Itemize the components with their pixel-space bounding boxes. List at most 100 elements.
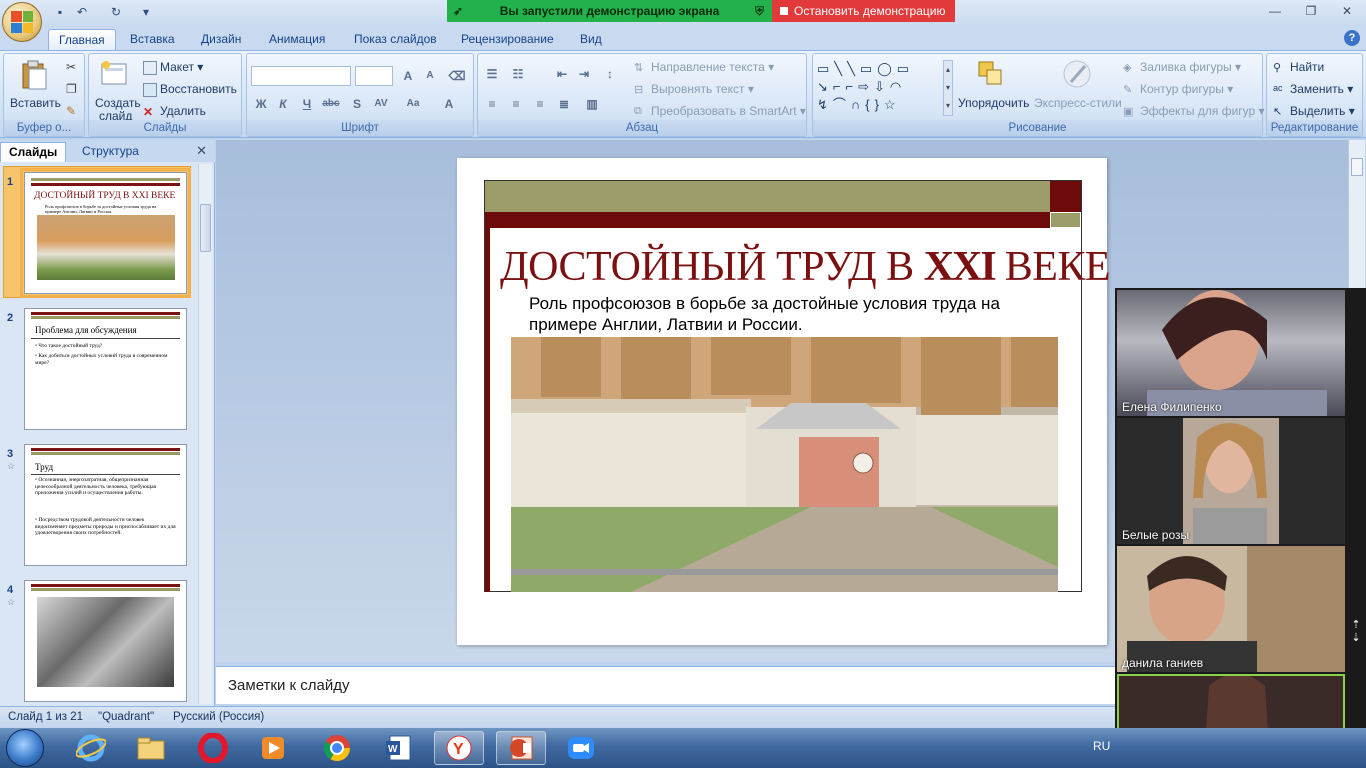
yandex-browser-icon[interactable]: Y [434, 731, 484, 765]
paste-button[interactable]: Вставить [10, 96, 61, 110]
clear-format-icon[interactable]: ⌫ [447, 66, 467, 86]
slide-thumbnail-2[interactable]: Проблема для обсуждения ▫ Что такое дост… [24, 308, 187, 430]
slide-subtitle[interactable]: Роль профсоюзов в борьбе за достойные ус… [529, 293, 1049, 335]
reset-button[interactable]: Восстановить [143, 82, 237, 97]
cut-icon[interactable]: ✂ [66, 60, 76, 74]
align-text-button[interactable]: ⊟ Выровнять текст ▾ [634, 82, 754, 97]
strikethrough-icon[interactable]: abc [321, 94, 341, 114]
scroll-thumb[interactable] [1351, 158, 1363, 176]
close-icon[interactable]: ✕ [1332, 2, 1362, 20]
decrease-indent-icon[interactable]: ⇤ [552, 64, 572, 84]
tab-view[interactable]: Вид [570, 29, 612, 50]
save-icon[interactable]: ▪ [52, 4, 68, 20]
quick-styles-button[interactable]: Экспресс-стили [1034, 96, 1122, 110]
italic-icon[interactable]: К [273, 94, 293, 114]
help-icon[interactable]: ? [1344, 30, 1360, 46]
undo-icon[interactable]: ↶ [74, 4, 90, 20]
tab-outline[interactable]: Структура [74, 142, 147, 162]
arrange-button[interactable]: Упорядочить [958, 96, 1029, 110]
smartart-label: Преобразовать в SmartArt [651, 104, 797, 118]
numbering-icon[interactable]: ☷ [508, 64, 528, 84]
chrome-icon[interactable] [312, 731, 362, 765]
spacing-icon[interactable]: AV [371, 94, 391, 114]
notes-pane[interactable]: Заметки к слайду [216, 666, 1116, 704]
participant-name: Елена Филипенко [1122, 400, 1222, 414]
stop-share-button[interactable]: Остановить демонстрацию [772, 0, 955, 22]
copy-icon[interactable]: ❐ [66, 82, 77, 96]
opera-icon[interactable] [188, 731, 238, 765]
internet-explorer-icon[interactable] [66, 731, 116, 765]
font-color-icon[interactable]: A [439, 94, 459, 114]
tab-insert[interactable]: Вставка [120, 29, 185, 50]
powerpoint-icon[interactable] [496, 731, 546, 765]
file-explorer-icon[interactable] [126, 731, 176, 765]
scroll-thumb[interactable] [200, 204, 211, 252]
tab-slideshow[interactable]: Показ слайдов [344, 29, 447, 50]
restore-icon[interactable]: ❐ [1296, 2, 1326, 20]
customize-qat-icon[interactable]: ▾ [138, 4, 154, 20]
justify-icon[interactable]: ≣ [554, 94, 574, 114]
media-player-icon[interactable] [248, 731, 298, 765]
replace-button[interactable]: ac Заменить ▾ [1273, 82, 1353, 97]
shapes-gallery[interactable]: ▭╲╲▭◯▭ ↘⌐⌐⇨⇩◠ ↯⌒∩{}☆ [817, 60, 945, 116]
shape-effects-button[interactable]: ▣ Эффекты для фигур ▾ [1123, 104, 1265, 119]
shape-outline-button[interactable]: ✎ Контур фигуры ▾ [1123, 82, 1233, 97]
shapes-scroll-icon[interactable]: ▴ ▾ ▾ [943, 60, 953, 116]
keyboard-language[interactable]: RU [1093, 739, 1110, 753]
layout-button[interactable]: Макет ▾ [143, 60, 203, 75]
smartart-button[interactable]: ⧉ Преобразовать в SmartArt ▾ [634, 104, 806, 119]
delete-button[interactable]: ✕ Удалить [143, 104, 206, 119]
slide-thumbnail-4[interactable] [24, 580, 187, 702]
zoom-icon[interactable] [556, 731, 606, 765]
close-pane-icon[interactable]: ✕ [196, 143, 207, 159]
shrink-font-icon[interactable]: A [420, 66, 440, 86]
slide-title[interactable]: ДОСТОЙНЫЙ ТРУД В XXI ВЕКЕ [500, 243, 1111, 291]
slides-pane-scrollbar[interactable] [198, 164, 212, 704]
text-direction-button[interactable]: ⇅ Направление текста ▾ [634, 60, 774, 75]
slide-thumbnail-3[interactable]: Труд ▫ Осознанная, энергозатратная, обще… [24, 444, 187, 566]
find-button[interactable]: ⚲ Найти [1273, 60, 1324, 75]
tab-review[interactable]: Рецензирование [451, 29, 564, 50]
increase-indent-icon[interactable]: ⇥ [574, 64, 594, 84]
language[interactable]: Русский (Россия) [173, 711, 264, 723]
shape-fill-button[interactable]: ◈ Заливка фигуры ▾ [1123, 60, 1241, 75]
slide-thumbnail-1[interactable]: ДОСТОЙНЫЙ ТРУД В XXI ВЕКЕ Роль профсоюзо… [20, 168, 191, 298]
video-tile[interactable]: Белые розы [1117, 418, 1345, 544]
slide[interactable]: ДОСТОЙНЫЙ ТРУД В XXI ВЕКЕ Роль профсоюзо… [457, 158, 1111, 645]
quick-styles-icon[interactable] [1061, 58, 1093, 90]
tab-animation[interactable]: Анимация [259, 29, 335, 50]
format-painter-icon[interactable]: ✎ [66, 104, 76, 118]
new-slide-icon[interactable] [99, 58, 131, 90]
new-slide-label-1[interactable]: Создать [95, 96, 141, 110]
font-group-label: Шрифт [247, 120, 473, 136]
video-tile[interactable]: данила ганиев [1117, 546, 1345, 672]
office-button[interactable] [2, 2, 42, 42]
word-icon[interactable]: W [374, 731, 424, 765]
bullets-icon[interactable]: ☰ [482, 64, 502, 84]
columns-icon[interactable]: ▥ [582, 94, 602, 114]
align-right-icon[interactable]: ≡ [530, 94, 550, 114]
paste-icon[interactable] [18, 58, 50, 90]
redo-icon[interactable]: ↻ [108, 4, 124, 20]
underline-icon[interactable]: Ч [297, 94, 317, 114]
tab-slides[interactable]: Слайды [0, 142, 67, 162]
select-button[interactable]: ↖ Выделить ▾ [1273, 104, 1355, 119]
line-spacing-icon[interactable]: ↕ [600, 64, 620, 84]
grow-font-icon[interactable]: A [398, 66, 418, 86]
video-tile[interactable]: Елена Филипенко [1117, 290, 1345, 416]
video-scroll-icon[interactable]: ⇡ ⇣ [1348, 618, 1364, 648]
start-button[interactable] [6, 729, 44, 767]
tab-home[interactable]: Главная [48, 29, 116, 50]
font-name-combo[interactable] [251, 66, 351, 86]
font-size-combo[interactable] [355, 66, 393, 86]
slide-photo[interactable] [511, 337, 1058, 592]
thumb-bullet-text: Осознанная, энергозатратная, общепризнан… [35, 477, 157, 496]
align-center-icon[interactable]: ≡ [506, 94, 526, 114]
shadow-icon[interactable]: S [347, 94, 367, 114]
arrange-icon[interactable] [975, 58, 1007, 90]
align-left-icon[interactable]: ≡ [482, 94, 502, 114]
tab-design[interactable]: Дизайн [191, 29, 251, 50]
bold-icon[interactable]: Ж [251, 94, 271, 114]
minimize-icon[interactable]: — [1260, 2, 1290, 20]
change-case-icon[interactable]: Aa [403, 94, 423, 114]
